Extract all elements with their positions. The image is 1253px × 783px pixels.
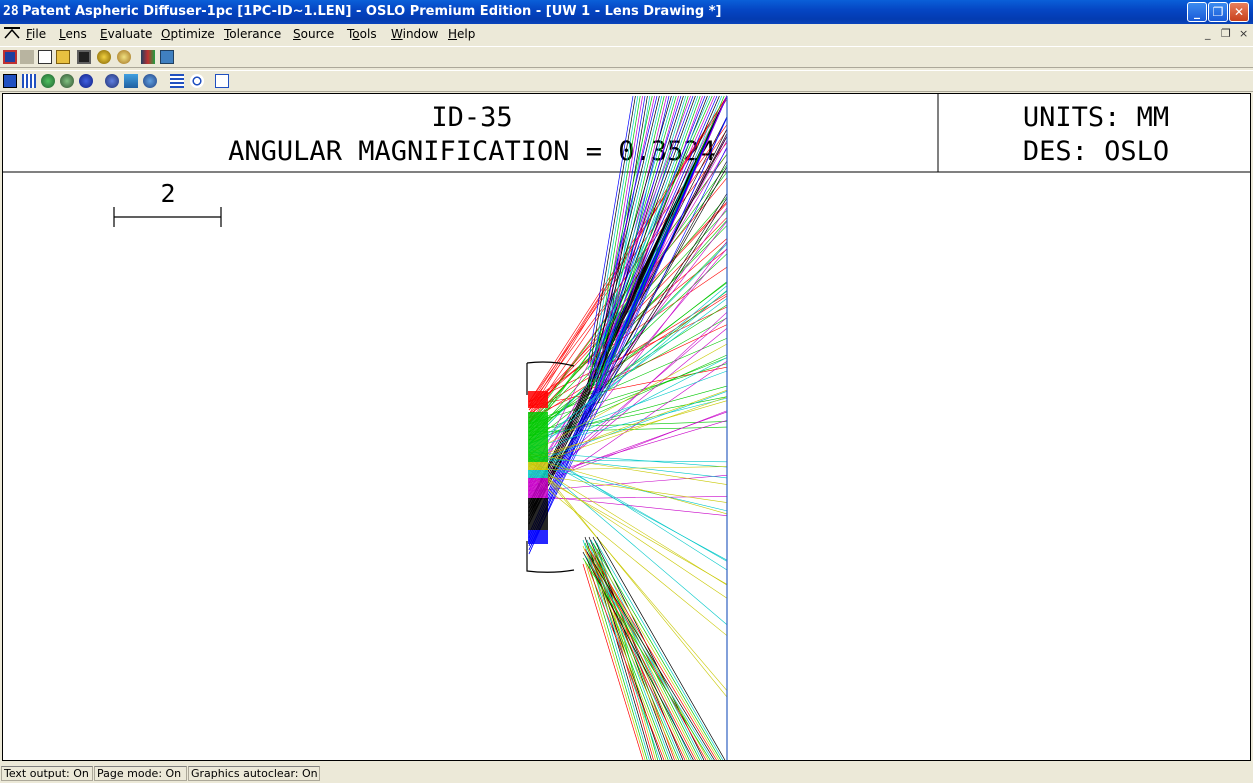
globe-icon[interactable] <box>117 50 131 64</box>
target-icon[interactable] <box>190 74 204 88</box>
book-icon[interactable] <box>141 50 155 64</box>
menu-lens[interactable]: Lens <box>59 27 87 41</box>
window-title-bar[interactable]: 28 Patent Aspheric Diffuser-1pc [1PC-ID~… <box>0 0 1253 24</box>
units-label: UNITS: MM <box>1023 102 1169 133</box>
page-mode-status[interactable]: Page mode: On <box>94 766 187 781</box>
document-window-icon[interactable] <box>4 27 20 41</box>
menu-window[interactable]: Window <box>391 27 438 41</box>
chart-icon[interactable] <box>124 74 138 88</box>
lens-globe-icon[interactable] <box>105 74 119 88</box>
mdi-close-button[interactable]: × <box>1239 27 1248 40</box>
spot-icon[interactable] <box>170 74 184 88</box>
new-file-icon[interactable] <box>38 50 52 64</box>
lens-drawing-window[interactable]: ID-35 ANGULAR MAGNIFICATION = 0.3524 UNI… <box>2 93 1251 761</box>
network-icon[interactable] <box>160 50 174 64</box>
lens-icon[interactable] <box>97 50 111 64</box>
close-button[interactable]: ✕ <box>1229 2 1249 22</box>
menu-help[interactable]: Help <box>448 27 475 41</box>
scale-bar-label: 2 <box>160 179 175 208</box>
menu-optimize[interactable]: Optimize <box>161 27 215 41</box>
menu-tolerance[interactable]: Tolerance <box>224 27 281 41</box>
menu-bar: File Lens Evaluate Optimize Tolerance So… <box>0 24 1253 45</box>
graphics-autoclear-status[interactable]: Graphics autoclear: On <box>188 766 320 781</box>
lens-drawing-canvas: ID-35 ANGULAR MAGNIFICATION = 0.3524 UNI… <box>3 94 1250 761</box>
grid-ray-icon[interactable] <box>22 74 36 88</box>
blank-icon[interactable] <box>20 50 34 64</box>
status-bar: Text output: On Page mode: On Graphics a… <box>0 764 1253 783</box>
text-output-status[interactable]: Text output: On <box>1 766 93 781</box>
mdi-restore-button[interactable]: ❐ <box>1221 27 1231 40</box>
sphere-icon[interactable] <box>60 74 74 88</box>
oslo-app-icon[interactable]: 28 <box>3 3 20 20</box>
open-folder-icon[interactable] <box>56 50 70 64</box>
mdi-minimize-button[interactable]: _ <box>1205 27 1211 40</box>
sphere-blue-icon[interactable] <box>143 74 157 88</box>
scale-bar <box>113 207 222 227</box>
drawing-title: ID-35 <box>431 102 512 133</box>
matrix-icon[interactable] <box>215 74 229 88</box>
graphics-toolbar <box>0 70 1253 92</box>
designer-label: DES: OSLO <box>1023 136 1169 167</box>
grid-icon[interactable] <box>3 50 17 64</box>
menu-evaluate[interactable]: Evaluate <box>100 27 152 41</box>
minimize-button[interactable]: _ <box>1187 2 1207 22</box>
main-toolbar <box>0 46 1253 68</box>
window-title: Patent Aspheric Diffuser-1pc [1PC-ID~1.L… <box>22 4 722 19</box>
restore-button[interactable]: ❐ <box>1208 2 1228 22</box>
spreadsheet-icon[interactable] <box>3 74 17 88</box>
ray-fan <box>528 95 728 761</box>
menu-source[interactable]: Source <box>293 27 334 41</box>
wave-icon[interactable] <box>79 74 93 88</box>
menu-file[interactable]: File <box>26 27 46 41</box>
palette-icon[interactable] <box>41 74 55 88</box>
menu-tools[interactable]: Tools <box>347 27 377 41</box>
save-icon[interactable] <box>77 50 91 64</box>
